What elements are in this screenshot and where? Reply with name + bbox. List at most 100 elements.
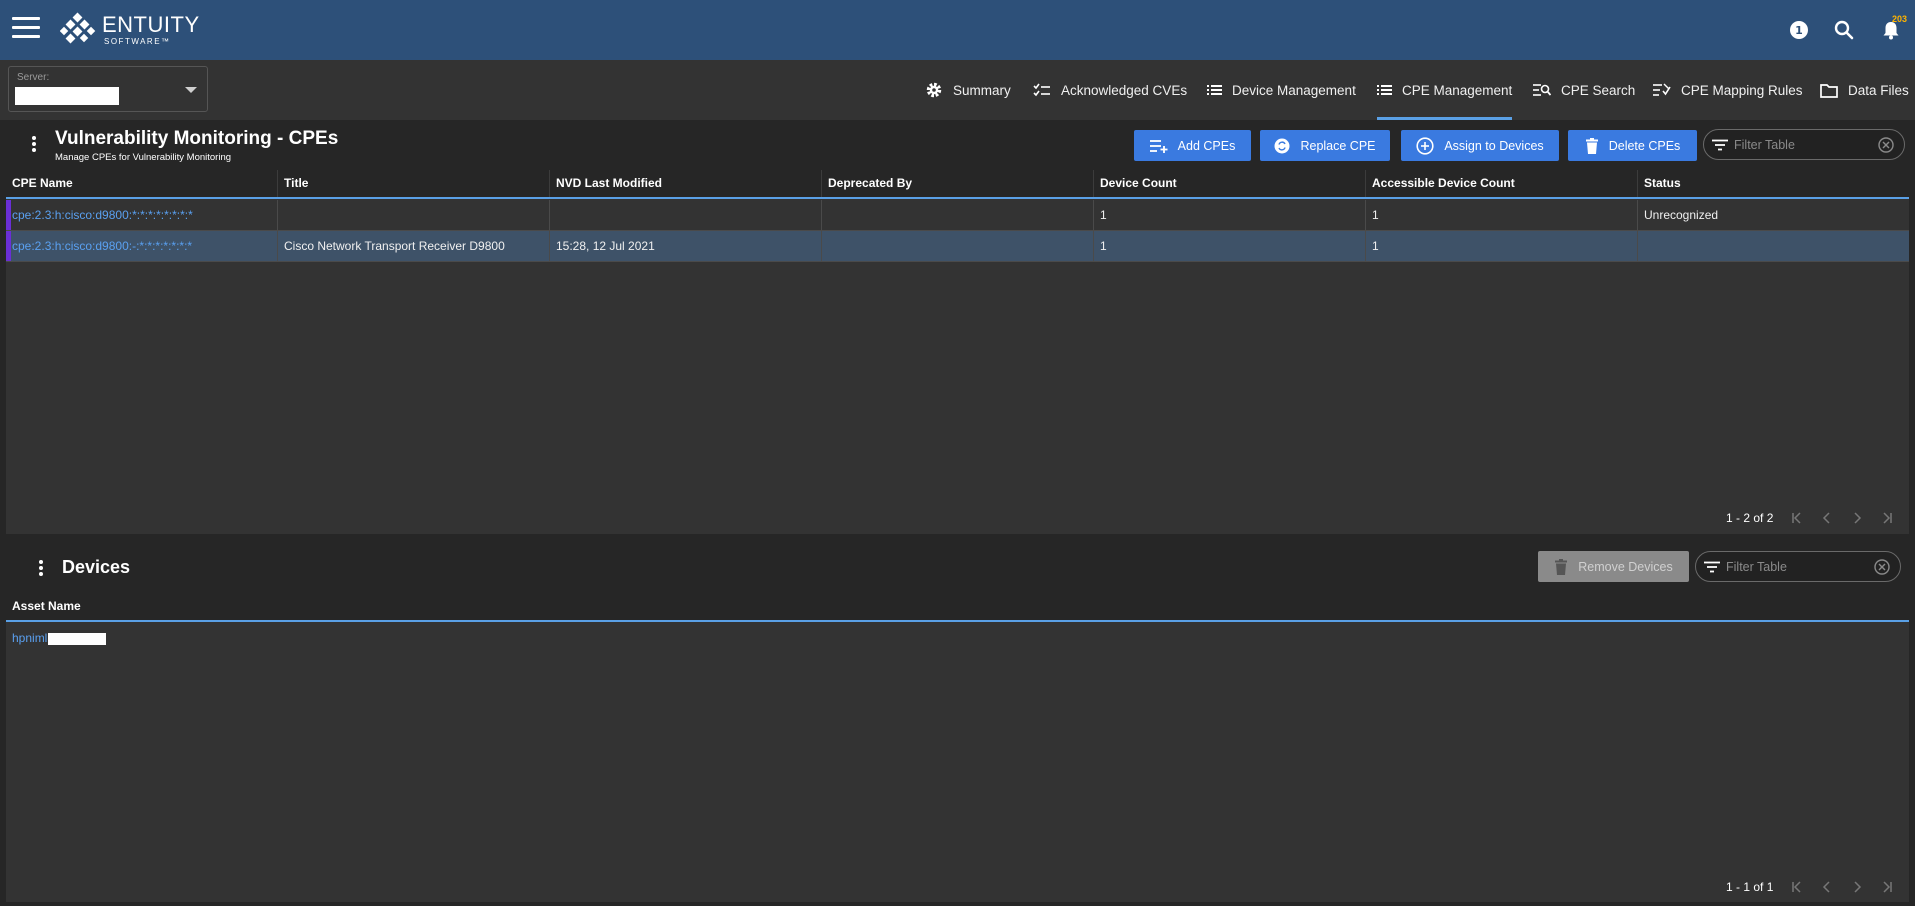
tab-summary[interactable]: Summary	[925, 60, 1011, 120]
asset-name-text[interactable]: hpniml	[12, 631, 47, 645]
accessible-device-count-cell: 1	[1366, 231, 1638, 261]
tab-cpe-mapping-rules[interactable]: CPE Mapping Rules	[1653, 60, 1803, 120]
entuity-logo-icon	[60, 12, 96, 44]
table-row-selected[interactable]: cpe:2.3:h:cisco:d9800:-:*:*:*:*:*:*:* Ci…	[6, 231, 1909, 262]
nvd-last-modified-cell	[550, 200, 822, 230]
button-label: Add CPEs	[1177, 138, 1236, 153]
filter-icon	[1704, 561, 1720, 572]
last-page-icon[interactable]	[1881, 881, 1893, 893]
first-page-icon[interactable]	[1791, 512, 1803, 524]
column-header-asset-name[interactable]: Asset Name	[6, 593, 306, 620]
gear-icon	[926, 82, 942, 98]
trash-icon	[1585, 137, 1598, 154]
tab-label: CPE Mapping Rules	[1681, 82, 1803, 98]
title-cell	[278, 200, 550, 230]
button-label: Assign to Devices	[1444, 138, 1544, 153]
svg-text:1: 1	[1795, 24, 1803, 37]
list-icon	[1377, 85, 1392, 95]
add-cpes-button[interactable]: Add CPEs	[1134, 130, 1251, 161]
nav-row: Server: Summary Acknowledged CVEs Device…	[0, 60, 1915, 120]
tab-label: Acknowledged CVEs	[1061, 82, 1188, 98]
title-cell: Cisco Network Transport Receiver D9800	[278, 231, 550, 261]
button-label: Replace CPE	[1300, 138, 1376, 153]
search-icon[interactable]	[1833, 19, 1855, 41]
server-value	[15, 87, 119, 105]
server-select[interactable]: Server:	[8, 66, 208, 112]
assign-to-devices-button[interactable]: Assign to Devices	[1401, 130, 1559, 161]
devices-table: Asset Name hpniml 1 - 1 of 1	[6, 593, 1909, 902]
chevron-down-icon	[185, 87, 197, 93]
clear-icon[interactable]	[1878, 137, 1894, 153]
column-header-cpe-name[interactable]: CPE Name	[6, 170, 278, 197]
devices-filter-field[interactable]	[1726, 559, 1856, 574]
more-options-icon[interactable]	[24, 134, 44, 158]
brand-subtitle: SOFTWARE™	[104, 37, 171, 46]
page-range-label: 1 - 2 of 2	[1726, 511, 1774, 525]
device-count-cell: 1	[1094, 200, 1366, 230]
next-page-icon[interactable]	[1851, 881, 1863, 893]
devices-table-header: Asset Name	[6, 593, 1909, 622]
table-row[interactable]: cpe:2.3:h:cisco:d9800:*:*:*:*:*:*:*:* 1 …	[6, 200, 1909, 231]
cpe-filter-input[interactable]	[1703, 129, 1905, 160]
redacted-block	[48, 632, 107, 645]
replace-cpe-button[interactable]: Replace CPE	[1260, 130, 1390, 161]
cpe-panel-header: Vulnerability Monitoring - CPEs Manage C…	[6, 120, 1909, 170]
column-header-status[interactable]: Status	[1638, 170, 1909, 197]
tab-label: Data Files	[1848, 82, 1909, 98]
top-bar: ENTUITY SOFTWARE™ 1 203	[0, 0, 1915, 60]
next-page-icon[interactable]	[1851, 512, 1863, 524]
cpe-table-header: CPE Name Title NVD Last Modified Depreca…	[6, 170, 1909, 199]
tab-label: CPE Management	[1402, 82, 1513, 98]
previous-page-icon[interactable]	[1821, 881, 1833, 893]
cpe-name-cell[interactable]: cpe:2.3:h:cisco:d9800:*:*:*:*:*:*:*:*	[6, 200, 278, 230]
tab-label: Device Management	[1232, 82, 1356, 98]
playlist-add-icon	[1149, 139, 1168, 153]
tab-cpe-management[interactable]: CPE Management	[1377, 60, 1513, 120]
last-page-icon[interactable]	[1881, 512, 1893, 524]
accessible-device-count-cell: 1	[1366, 200, 1638, 230]
deprecated-by-cell	[822, 200, 1094, 230]
tab-label: Summary	[953, 82, 1011, 98]
tab-data-files[interactable]: Data Files	[1820, 60, 1909, 120]
column-header-deprecated-by[interactable]: Deprecated By	[822, 170, 1094, 197]
tab-acknowledged-cves[interactable]: Acknowledged CVEs	[1033, 60, 1187, 120]
nvd-last-modified-cell: 15:28, 12 Jul 2021	[550, 231, 822, 261]
trash-icon	[1555, 558, 1568, 575]
more-options-icon[interactable]	[31, 558, 51, 582]
first-page-icon[interactable]	[1791, 881, 1803, 893]
table-row[interactable]: hpniml	[6, 623, 1909, 654]
cpe-filter-field[interactable]	[1734, 137, 1864, 152]
button-label: Delete CPEs	[1608, 138, 1681, 153]
brand-name: ENTUITY	[102, 12, 200, 37]
list-icon	[1207, 85, 1222, 95]
column-header-device-count[interactable]: Device Count	[1094, 170, 1366, 197]
column-header-title[interactable]: Title	[278, 170, 550, 197]
tab-label: CPE Search	[1561, 82, 1636, 98]
checklist-icon	[1033, 83, 1050, 97]
add-circle-icon	[1416, 136, 1434, 155]
button-label: Remove Devices	[1578, 559, 1673, 574]
menu-icon[interactable]	[12, 17, 40, 39]
help-icon[interactable]: 1	[1788, 19, 1810, 41]
cpe-paginator: 1 - 2 of 2	[1726, 508, 1893, 528]
filter-icon	[1712, 139, 1728, 150]
devices-filter-input[interactable]	[1695, 551, 1901, 582]
device-count-cell: 1	[1094, 231, 1366, 261]
tab-device-management[interactable]: Device Management	[1207, 60, 1356, 120]
asset-name-cell[interactable]: hpniml	[6, 623, 406, 653]
tab-cpe-search[interactable]: CPE Search	[1533, 60, 1635, 120]
logo: ENTUITY SOFTWARE™	[60, 12, 200, 48]
devices-paginator: 1 - 1 of 1	[1726, 877, 1893, 897]
devices-title: Devices	[62, 557, 131, 577]
delete-cpes-button[interactable]: Delete CPEs	[1568, 130, 1697, 161]
page-title: Vulnerability Monitoring - CPEs	[55, 128, 339, 149]
remove-devices-button[interactable]: Remove Devices	[1538, 551, 1689, 582]
column-header-nvd-last-modified[interactable]: NVD Last Modified	[550, 170, 822, 197]
column-header-accessible-device-count[interactable]: Accessible Device Count	[1366, 170, 1638, 197]
deprecated-by-cell	[822, 231, 1094, 261]
devices-panel-header: Devices Remove Devices	[6, 543, 1909, 593]
notification-count-badge: 203	[1892, 14, 1908, 24]
previous-page-icon[interactable]	[1821, 512, 1833, 524]
clear-icon[interactable]	[1874, 559, 1890, 575]
cpe-name-cell[interactable]: cpe:2.3:h:cisco:d9800:-:*:*:*:*:*:*:*	[6, 231, 278, 261]
